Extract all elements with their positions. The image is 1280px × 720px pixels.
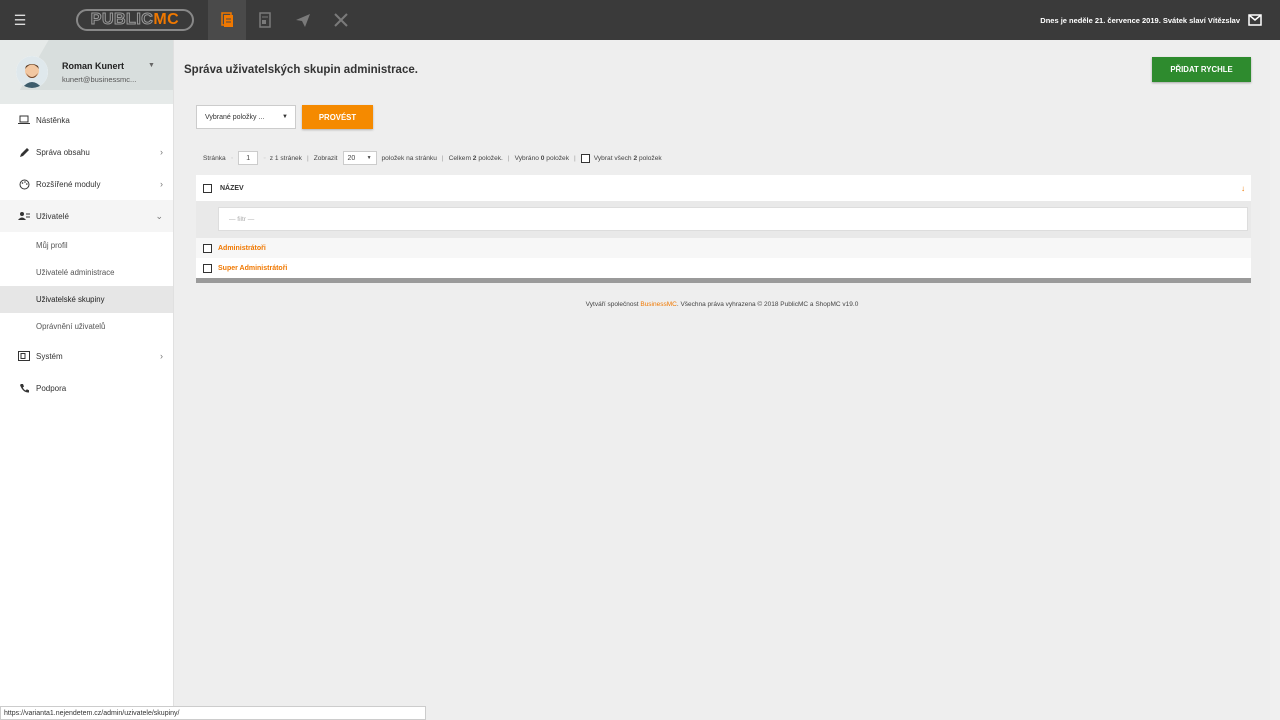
- sort-arrow-icon[interactable]: ↓: [1241, 184, 1245, 193]
- per-page-value: 20: [347, 154, 356, 162]
- sidebar-subitem-uzivatele-administrace[interactable]: Uživatelé administrace: [0, 259, 173, 286]
- logo-suffix: MC: [153, 11, 180, 28]
- select-all-prefix: Vybrat všech: [593, 154, 632, 162]
- laptop-icon: [18, 114, 30, 126]
- chevron-right-icon: ›: [160, 147, 163, 157]
- page-title: Správa uživatelských skupin administrace…: [184, 64, 418, 76]
- sidebar-item-sprava-obsahu[interactable]: Správa obsahu ›: [0, 136, 173, 168]
- user-box[interactable]: Roman Kunert kunert@businessmc... ▼: [0, 40, 173, 104]
- sidebar-subitem-opravneni-uzivatelu[interactable]: Oprávnění uživatelů: [0, 313, 173, 340]
- chevron-right-icon: ›: [160, 351, 163, 361]
- separator: |: [574, 154, 576, 162]
- sidebar-subitem-muj-profil[interactable]: Můj profil: [0, 232, 173, 259]
- scrollbar[interactable]: [1270, 40, 1280, 720]
- of-pages-text: z 1 stránek: [269, 154, 302, 162]
- table-header: NÁZEV ↓: [196, 175, 1251, 201]
- show-label: Zobrazit: [313, 154, 338, 162]
- selected-suffix: položek: [546, 154, 570, 162]
- chevron-down-icon: ⌄: [155, 210, 163, 221]
- bulk-action-select[interactable]: Vybrané položky ... ▼: [196, 105, 296, 129]
- sidebar-item-label: Systém: [36, 351, 63, 361]
- table-row: Super Administrátoři: [196, 258, 1251, 278]
- header-checkbox[interactable]: [203, 183, 212, 193]
- top-right: Dnes je neděle 21. července 2019. Svátek…: [1040, 14, 1280, 26]
- pencil-icon: [18, 146, 30, 158]
- hamburger-menu-icon[interactable]: ☰: [0, 0, 40, 40]
- user-name: Roman Kunert: [62, 60, 125, 71]
- sidebar: Roman Kunert kunert@businessmc... ▼ Nást…: [0, 40, 174, 720]
- column-header-name[interactable]: NÁZEV: [220, 185, 244, 192]
- logo-prefix: PUBLIC: [90, 11, 154, 29]
- phone-icon: [18, 382, 30, 394]
- sidebar-item-system[interactable]: Systém ›: [0, 340, 173, 372]
- pager: Stránka ◦ 1 ◦ z 1 stránek | Zobrazit 20 …: [203, 151, 662, 165]
- logo[interactable]: PUBLIC MC: [76, 9, 194, 31]
- top-nav: [208, 0, 360, 40]
- footer-suffix: . Všechna práva vyhrazena © 2018 PublicM…: [676, 301, 859, 308]
- name-filter-input[interactable]: — filtr —: [218, 207, 1248, 231]
- sidebar-nav: Nástěnka Správa obsahu › Rozšířené modul…: [0, 104, 173, 404]
- sidebar-item-label: Nástěnka: [36, 115, 70, 125]
- selected-count: 0: [540, 154, 545, 162]
- tools-icon[interactable]: [322, 0, 360, 40]
- sidebar-item-podpora[interactable]: Podpora: [0, 372, 173, 404]
- date-text: Dnes je neděle 21. července 2019. Svátek…: [1040, 15, 1240, 25]
- row-checkbox[interactable]: [203, 263, 212, 273]
- sidebar-item-label: Uživatelé: [36, 211, 69, 221]
- row-name-link[interactable]: Administrátoři: [218, 245, 266, 252]
- footer: Vytváří společnost BusinessMC. Všechna p…: [174, 301, 1270, 308]
- page-label: Stránka: [203, 154, 226, 162]
- separator: |: [441, 154, 444, 162]
- paper-plane-icon[interactable]: [284, 0, 322, 40]
- top-bar: ☰ PUBLIC MC Dnes je neděle 21. července 2…: [0, 0, 1280, 40]
- row-checkbox[interactable]: [203, 243, 212, 253]
- bulk-action-value: Vybrané položky ...: [205, 113, 265, 121]
- mail-icon[interactable]: [1248, 14, 1262, 26]
- avatar: [16, 56, 48, 88]
- sidebar-subitem-uzivatelske-skupiny[interactable]: Uživatelské skupiny: [0, 286, 173, 313]
- per-page-select[interactable]: 20 ▼: [342, 151, 377, 165]
- documents-icon[interactable]: [208, 0, 246, 40]
- total-count: 2: [472, 154, 477, 162]
- prev-page-icon[interactable]: ◦: [231, 155, 233, 162]
- sidebar-item-label: Podpora: [36, 383, 67, 393]
- select-all-suffix: položek: [638, 154, 662, 162]
- sidebar-item-label: Rozšířené moduly: [36, 179, 101, 189]
- next-page-icon[interactable]: ◦: [263, 155, 265, 162]
- add-quick-button[interactable]: PŘIDAT RYCHLE: [1152, 57, 1251, 82]
- groups-table: NÁZEV ↓ — filtr — Administrátoři Super A…: [196, 175, 1251, 283]
- per-page-suffix: položek na stránku: [381, 154, 437, 162]
- sidebar-item-nastenka[interactable]: Nástěnka: [0, 104, 173, 136]
- separator: |: [507, 154, 510, 162]
- filter-row: — filtr —: [196, 201, 1251, 238]
- row-name-link[interactable]: Super Administrátoři: [218, 265, 287, 272]
- separator: |: [306, 154, 309, 162]
- select-arrow-icon: ▼: [282, 114, 288, 120]
- select-all-checkbox[interactable]: [580, 153, 590, 163]
- footer-prefix: Vytváří společnost: [585, 301, 639, 308]
- table-bottom-bar: [196, 278, 1251, 283]
- sidebar-item-rozsirene-moduly[interactable]: Rozšířené moduly ›: [0, 168, 173, 200]
- user-email: kunert@businessmc...: [62, 74, 137, 84]
- selected-prefix: Vybráno: [514, 154, 539, 162]
- page-input[interactable]: 1: [238, 151, 259, 165]
- table-row: Administrátoři: [196, 238, 1251, 258]
- users-icon: [18, 210, 30, 222]
- palette-icon: [18, 178, 30, 190]
- chevron-right-icon: ›: [160, 179, 163, 189]
- page-icon[interactable]: [246, 0, 284, 40]
- footer-brand-link[interactable]: BusinessMC: [640, 301, 676, 308]
- select-arrow-icon: ▼: [366, 155, 372, 161]
- run-button[interactable]: PROVÉST: [302, 105, 373, 129]
- user-info: Roman Kunert kunert@businessmc...: [62, 61, 136, 84]
- total-suffix: položek.: [478, 154, 503, 162]
- sidebar-item-label: Správa obsahu: [36, 147, 90, 157]
- user-caret-icon[interactable]: ▼: [148, 62, 155, 69]
- status-url: https://varianta1.nejendetem.cz/admin/uz…: [0, 706, 426, 720]
- bulk-actions: Vybrané položky ... ▼ PROVÉST: [196, 105, 373, 129]
- select-all-count: 2: [633, 154, 638, 162]
- total-prefix: Celkem: [448, 154, 471, 162]
- sidebar-item-uzivatele[interactable]: Uživatelé ⌄: [0, 200, 173, 232]
- system-icon: [18, 350, 30, 362]
